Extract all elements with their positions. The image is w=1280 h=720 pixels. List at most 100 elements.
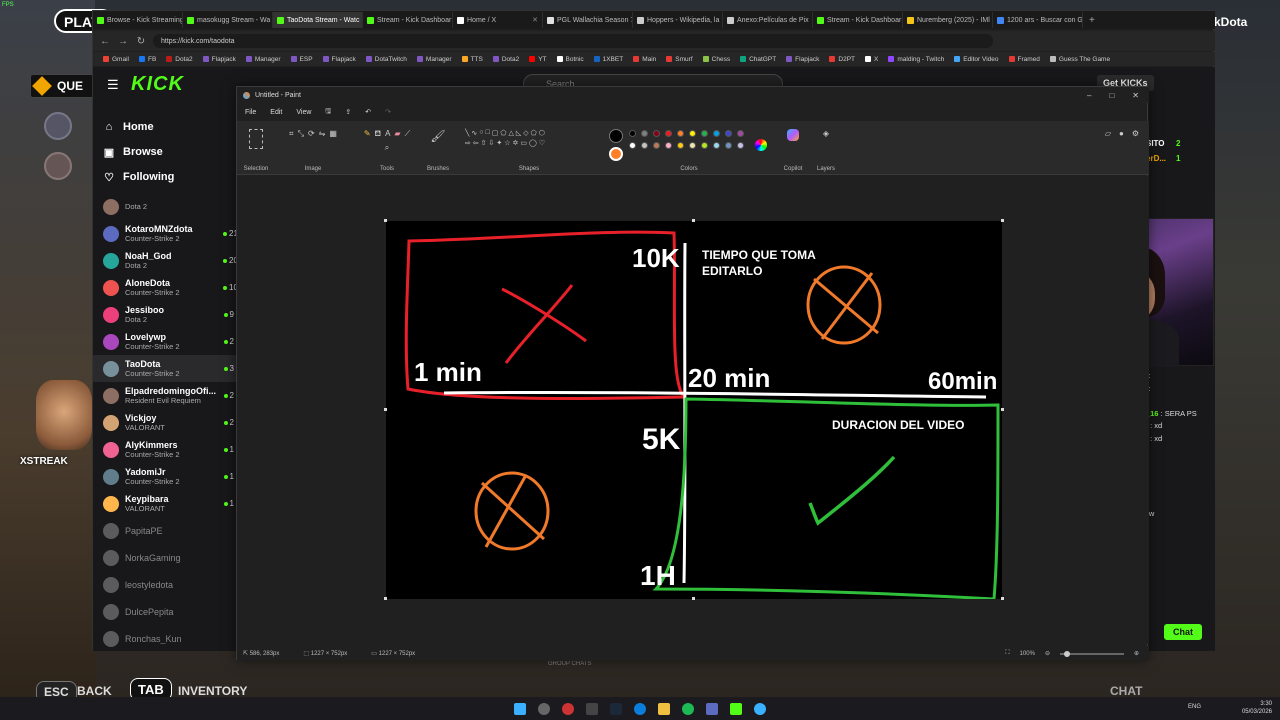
bookmark-item[interactable]: D2PT (829, 56, 855, 63)
sidebar-channel[interactable]: AloneDota Counter-Strike 2 10 (93, 274, 238, 301)
color-swatch[interactable] (665, 130, 672, 137)
canvas-resize-handle[interactable] (692, 597, 695, 600)
color-swatch[interactable] (689, 142, 696, 149)
sidebar-channel[interactable]: Keypibara VALORANT 1 (93, 490, 238, 517)
ribbon-brushes[interactable]: 🖌 Brushes (423, 121, 453, 175)
shape-rect-icon[interactable]: □ (485, 129, 489, 137)
shape-callout-icon[interactable]: ▭ (520, 139, 527, 147)
browser-tab[interactable]: Anexo:Películas de Pix✕ (723, 12, 813, 28)
color-swatch[interactable] (629, 130, 636, 137)
sidebar-channel[interactable]: NorkaGaming (93, 544, 238, 571)
color-swatch[interactable] (701, 142, 708, 149)
canvas-resize-handle[interactable] (1001, 408, 1004, 411)
color-swatch[interactable] (725, 142, 732, 149)
minimize-icon[interactable]: – (1087, 91, 1091, 100)
url-field[interactable]: https://kick.com/taodota (153, 34, 993, 48)
shape-arrow-icon[interactable]: ⇨ (465, 139, 471, 147)
shape-pentagon-icon[interactable]: ⬠ (531, 129, 537, 137)
primary-color-icon[interactable] (609, 129, 623, 143)
sidebar-channel[interactable]: KotaroMNZdota Counter-Strike 2 21 (93, 220, 238, 247)
zoom-out-icon[interactable]: ⊖ (1045, 650, 1050, 657)
app-icon[interactable] (730, 702, 742, 715)
shape-star5-icon[interactable]: ☆ (504, 139, 510, 147)
shape-rounded-icon[interactable]: ▢ (492, 129, 499, 137)
maximize-icon[interactable]: □ (1109, 91, 1114, 100)
app-icon[interactable] (586, 702, 598, 715)
sidebar-channel[interactable]: Vickjoy VALORANT 2 (93, 409, 238, 436)
active-color-swatch[interactable] (609, 147, 623, 161)
canvas-resize-handle[interactable] (384, 408, 387, 411)
zoom-in-icon[interactable]: ⊕ (1134, 650, 1139, 657)
bookmark-item[interactable]: Gmail (103, 56, 129, 63)
color-swatch[interactable] (653, 142, 660, 149)
browser-tab[interactable]: 1200 ars - Buscar con G✕ (993, 12, 1083, 28)
account-icon[interactable]: ● (1119, 129, 1124, 138)
shape-line-icon[interactable]: ╲ (465, 129, 469, 137)
fit-icon[interactable]: ⛶ (1005, 650, 1009, 657)
paint-taskbar-icon[interactable] (754, 702, 766, 715)
bookmark-item[interactable]: Dota2 (492, 56, 519, 63)
color-swatch[interactable] (641, 130, 648, 137)
shape-polygon-icon[interactable]: ⬠ (500, 129, 506, 137)
bookmark-item[interactable]: FB (138, 56, 156, 63)
crop-icon[interactable]: ⌗ (289, 129, 294, 139)
nav-browse[interactable]: ▣ Browse (103, 146, 163, 159)
pencil-icon[interactable]: ✎ (364, 129, 371, 139)
browser-tab[interactable]: Stream - Kick Dashboar✕ (363, 12, 453, 28)
bookmark-item[interactable]: TTS (461, 56, 483, 63)
sidebar-channel[interactable]: NoaH_God Dota 2 20 (93, 247, 238, 274)
bookmark-item[interactable]: Editor Video (954, 56, 999, 63)
ribbon-tools[interactable]: ✎ ⛾ A ▰ ⟋ ⌕ Tools (359, 121, 415, 175)
comment-icon[interactable]: ▱ (1105, 129, 1111, 138)
bookmark-item[interactable]: malding - Twitch (888, 56, 944, 63)
ribbon-colors[interactable]: Colors (605, 121, 773, 175)
canvas-resize-handle[interactable] (384, 597, 387, 600)
sidebar-channel[interactable]: YadomiJr Counter-Strike 2 1 (93, 463, 238, 490)
sidebar-channel[interactable]: DulcePepita (93, 598, 238, 625)
menu-icon[interactable]: ☰ (107, 77, 119, 93)
steam-icon[interactable] (610, 702, 622, 715)
browser-tab[interactable]: masokugg Stream - Wa✕ (183, 12, 273, 28)
color-swatch[interactable] (713, 142, 720, 149)
app-icon[interactable] (562, 702, 574, 715)
system-clock[interactable]: 3:30 05/03/2026 (1242, 700, 1272, 716)
bookmark-item[interactable]: Chess (702, 56, 730, 63)
browser-tab[interactable]: Browse - Kick Streaming✕ (93, 12, 183, 28)
browser-tab[interactable]: Home / X ✕ (453, 12, 543, 28)
new-tab-icon[interactable]: + (1083, 15, 1095, 26)
spotify-icon[interactable] (682, 702, 694, 715)
ribbon-copilot[interactable]: Copilot (777, 121, 809, 175)
zoom-level[interactable]: 100% (1020, 651, 1035, 657)
eraser-icon[interactable]: ▰ (394, 129, 400, 139)
browser-tab[interactable]: PGL Wallachia Season 7✕ (543, 12, 633, 28)
sidebar-channel[interactable]: Dota 2 (93, 193, 238, 220)
sidebar-channel[interactable]: ElpadredomingoOfi... Resident Evil Requie… (93, 382, 238, 409)
color-swatch[interactable] (677, 142, 684, 149)
bookmark-item[interactable]: DotaTwitch (365, 56, 407, 63)
text-icon[interactable]: A (385, 129, 390, 139)
bookmark-item[interactable]: ChatGPT (740, 56, 776, 63)
bookmark-item[interactable]: Manager (245, 56, 281, 63)
shape-arrow-left-icon[interactable]: ⇦ (473, 139, 479, 147)
shape-oval-icon[interactable]: ○ (479, 129, 483, 137)
canvas-resize-handle[interactable] (1001, 597, 1004, 600)
close-tab-icon[interactable]: ✕ (532, 16, 538, 24)
reload-icon[interactable]: ↻ (135, 36, 147, 47)
color-swatch[interactable] (665, 142, 672, 149)
edge-icon[interactable] (634, 702, 646, 715)
drawing-canvas[interactable]: 10K TIEMPO QUE TOMA EDITARLO 1 min 20 mi… (386, 221, 1002, 601)
save-icon[interactable]: 🖫 (325, 107, 331, 118)
bookmark-item[interactable]: Smurf (666, 56, 693, 63)
bookmark-item[interactable]: X (865, 56, 878, 63)
ribbon-selection[interactable]: Selection (241, 121, 271, 175)
bookmark-item[interactable]: Dota2 (166, 56, 193, 63)
color-swatch[interactable] (713, 130, 720, 137)
sidebar-channel[interactable]: leostyledota (93, 571, 238, 598)
sidebar-channel[interactable]: TaoDota Counter-Strike 2 3 (93, 355, 238, 382)
kick-logo[interactable]: KICK (131, 73, 184, 96)
rotate-icon[interactable]: ⟳ (308, 129, 315, 139)
app-icon[interactable] (706, 702, 718, 715)
back-icon[interactable]: ← (99, 36, 111, 47)
close-icon[interactable]: ✕ (1132, 91, 1139, 100)
browser-tab[interactable]: Stream - Kick Dashboar✕ (813, 12, 903, 28)
